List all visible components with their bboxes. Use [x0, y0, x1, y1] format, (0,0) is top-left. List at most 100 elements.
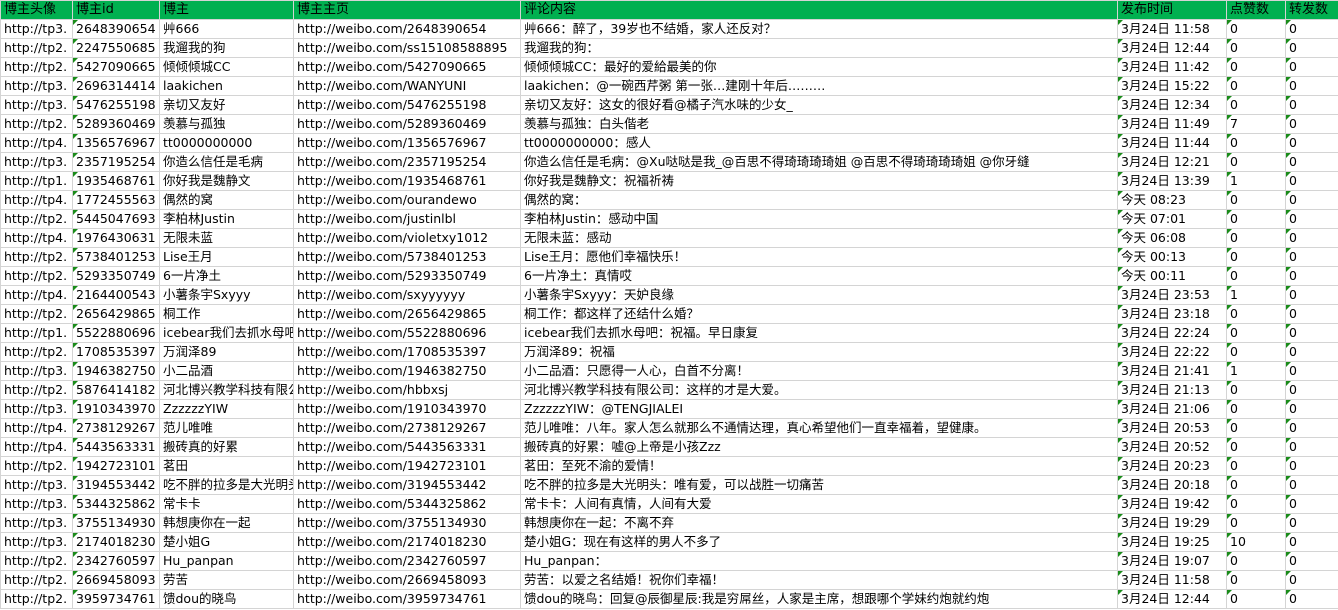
comment-cell[interactable]: laakichen：@一碗西芹粥 第一张…建刚十年后………: [520, 76, 1118, 96]
homepage-cell[interactable]: http://weibo.com/5293350749: [293, 266, 521, 286]
homepage-cell[interactable]: http://weibo.com/2357195254: [293, 152, 521, 172]
blogger-cell[interactable]: icebear我们去抓水母吧: [159, 323, 294, 343]
reposts-cell[interactable]: 0: [1285, 57, 1338, 77]
avatar-cell[interactable]: http://tp4.: [0, 418, 73, 438]
avatar-cell[interactable]: http://tp3.: [0, 494, 73, 514]
publish-time-cell[interactable]: 3月24日 11:42: [1117, 57, 1227, 77]
avatar-cell[interactable]: http://tp2.: [0, 38, 73, 58]
blogger-id-cell[interactable]: 2669458093: [72, 570, 160, 590]
publish-time-cell[interactable]: 3月24日 12:21: [1117, 152, 1227, 172]
publish-time-cell[interactable]: 3月24日 23:18: [1117, 304, 1227, 324]
blogger-id-cell[interactable]: 3755134930: [72, 513, 160, 533]
reposts-cell[interactable]: 0: [1285, 323, 1338, 343]
blogger-cell[interactable]: 河北博兴教学科技有限公司: [159, 380, 294, 400]
comment-cell[interactable]: 6一片净土：真情哎: [520, 266, 1118, 286]
comment-cell[interactable]: 羡慕与孤独：白头偕老: [520, 114, 1118, 134]
blogger-cell[interactable]: Lise王月: [159, 247, 294, 267]
publish-time-cell[interactable]: 3月24日 20:18: [1117, 475, 1227, 495]
blogger-id-cell[interactable]: 2247550685: [72, 38, 160, 58]
comment-cell[interactable]: 楚小姐G：现在有这样的男人不多了: [520, 532, 1118, 552]
reposts-cell[interactable]: 0: [1285, 399, 1338, 419]
blogger-cell[interactable]: 倾倾倾城CC: [159, 57, 294, 77]
blogger-id-cell[interactable]: 3959734761: [72, 589, 160, 609]
homepage-cell[interactable]: http://weibo.com/3755134930: [293, 513, 521, 533]
blogger-cell[interactable]: 羡慕与孤独: [159, 114, 294, 134]
likes-cell[interactable]: 1: [1226, 361, 1286, 381]
blogger-id-cell[interactable]: 2738129267: [72, 418, 160, 438]
header-comment[interactable]: 评论内容: [520, 0, 1118, 20]
likes-cell[interactable]: 0: [1226, 152, 1286, 172]
comment-cell[interactable]: 桐工作：都这样了还结什么婚？: [520, 304, 1118, 324]
avatar-cell[interactable]: http://tp2.: [0, 342, 73, 362]
comment-cell[interactable]: 李柏林Justin：感动中国: [520, 209, 1118, 229]
likes-cell[interactable]: 7: [1226, 114, 1286, 134]
header-publish-time[interactable]: 发布时间: [1117, 0, 1227, 20]
avatar-cell[interactable]: http://tp3.: [0, 532, 73, 552]
comment-cell[interactable]: 常卡卡：人间有真情，人间有大爱: [520, 494, 1118, 514]
blogger-cell[interactable]: 劳苦: [159, 570, 294, 590]
avatar-cell[interactable]: http://tp2.: [0, 570, 73, 590]
comment-cell[interactable]: 韩想庚你在一起：不离不弃: [520, 513, 1118, 533]
reposts-cell[interactable]: 0: [1285, 437, 1338, 457]
blogger-id-cell[interactable]: 1356576967: [72, 133, 160, 153]
avatar-cell[interactable]: http://tp4.: [0, 190, 73, 210]
likes-cell[interactable]: 0: [1226, 247, 1286, 267]
reposts-cell[interactable]: 0: [1285, 342, 1338, 362]
publish-time-cell[interactable]: 今天 00:13: [1117, 247, 1227, 267]
homepage-cell[interactable]: http://weibo.com/2738129267: [293, 418, 521, 438]
blogger-cell[interactable]: 范儿唯唯: [159, 418, 294, 438]
avatar-cell[interactable]: http://tp4.: [0, 228, 73, 248]
homepage-cell[interactable]: http://weibo.com/5522880696: [293, 323, 521, 343]
likes-cell[interactable]: 0: [1226, 475, 1286, 495]
blogger-id-cell[interactable]: 5522880696: [72, 323, 160, 343]
homepage-cell[interactable]: http://weibo.com/2656429865: [293, 304, 521, 324]
blogger-id-cell[interactable]: 2357195254: [72, 152, 160, 172]
blogger-id-cell[interactable]: 1946382750: [72, 361, 160, 381]
avatar-cell[interactable]: http://tp3.: [0, 152, 73, 172]
avatar-cell[interactable]: http://tp2.: [0, 380, 73, 400]
homepage-cell[interactable]: http://weibo.com/3959734761: [293, 589, 521, 609]
reposts-cell[interactable]: 0: [1285, 513, 1338, 533]
blogger-id-cell[interactable]: 1910343970: [72, 399, 160, 419]
reposts-cell[interactable]: 0: [1285, 380, 1338, 400]
likes-cell[interactable]: 0: [1226, 228, 1286, 248]
comment-cell[interactable]: 你造么信任是毛病：@Xu哒哒是我_@百思不得琦琦琦琦姐 @百思不得琦琦琦琦姐 @…: [520, 152, 1118, 172]
reposts-cell[interactable]: 0: [1285, 456, 1338, 476]
likes-cell[interactable]: 0: [1226, 19, 1286, 39]
blogger-cell[interactable]: tt0000000000: [159, 133, 294, 153]
blogger-id-cell[interactable]: 2656429865: [72, 304, 160, 324]
comment-cell[interactable]: 吃不胖的拉多是大光明头：唯有爱，可以战胜一切痛苦: [520, 475, 1118, 495]
blogger-id-cell[interactable]: 5445047693: [72, 209, 160, 229]
likes-cell[interactable]: 0: [1226, 304, 1286, 324]
likes-cell[interactable]: 10: [1226, 532, 1286, 552]
blogger-id-cell[interactable]: 5476255198: [72, 95, 160, 115]
blogger-id-cell[interactable]: 5443563331: [72, 437, 160, 457]
avatar-cell[interactable]: http://tp2.: [0, 57, 73, 77]
blogger-cell[interactable]: 万润泽89: [159, 342, 294, 362]
header-likes[interactable]: 点赞数: [1226, 0, 1286, 20]
header-reposts[interactable]: 转发数: [1285, 0, 1338, 20]
blogger-cell[interactable]: Hu_panpan: [159, 551, 294, 571]
homepage-cell[interactable]: http://weibo.com/1708535397: [293, 342, 521, 362]
reposts-cell[interactable]: 0: [1285, 266, 1338, 286]
reposts-cell[interactable]: 0: [1285, 475, 1338, 495]
blogger-id-cell[interactable]: 2648390654: [72, 19, 160, 39]
reposts-cell[interactable]: 0: [1285, 589, 1338, 609]
comment-cell[interactable]: 我遛我的狗：: [520, 38, 1118, 58]
reposts-cell[interactable]: 0: [1285, 114, 1338, 134]
avatar-cell[interactable]: http://tp3.: [0, 513, 73, 533]
reposts-cell[interactable]: 0: [1285, 551, 1338, 571]
homepage-cell[interactable]: http://weibo.com/1942723101: [293, 456, 521, 476]
homepage-cell[interactable]: http://weibo.com/5443563331: [293, 437, 521, 457]
likes-cell[interactable]: 0: [1226, 190, 1286, 210]
comment-cell[interactable]: icebear我们去抓水母吧：祝福。早日康复: [520, 323, 1118, 343]
likes-cell[interactable]: 0: [1226, 456, 1286, 476]
homepage-cell[interactable]: http://weibo.com/2669458093: [293, 570, 521, 590]
publish-time-cell[interactable]: 3月24日 20:52: [1117, 437, 1227, 457]
avatar-cell[interactable]: http://tp4.: [0, 437, 73, 457]
blogger-id-cell[interactable]: 1772455563: [72, 190, 160, 210]
homepage-cell[interactable]: http://weibo.com/3194553442: [293, 475, 521, 495]
likes-cell[interactable]: 0: [1226, 57, 1286, 77]
reposts-cell[interactable]: 0: [1285, 76, 1338, 96]
likes-cell[interactable]: 0: [1226, 494, 1286, 514]
